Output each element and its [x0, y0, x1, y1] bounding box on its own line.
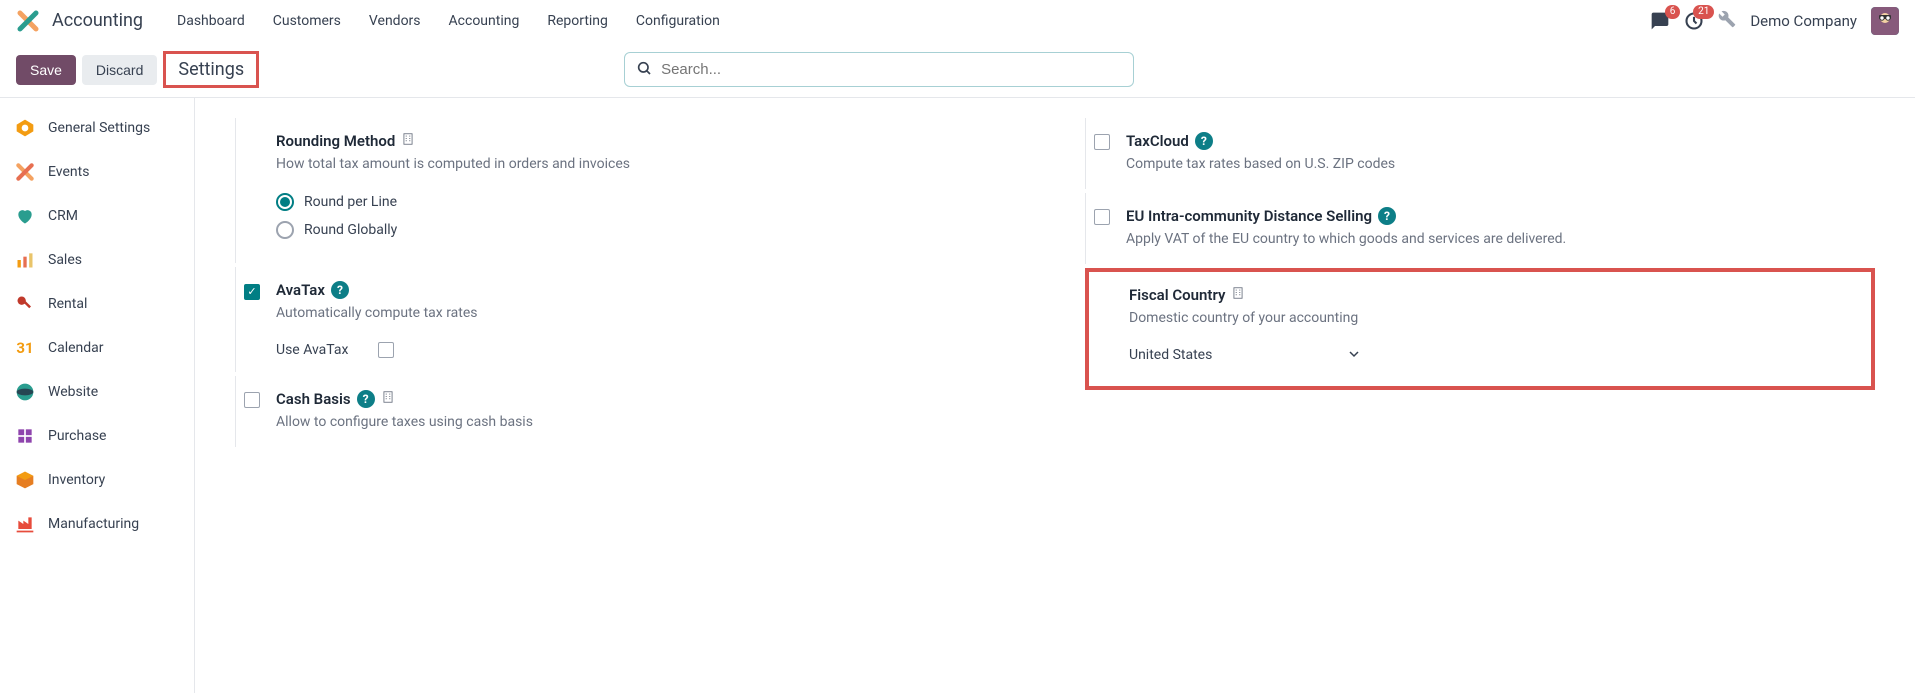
- help-icon[interactable]: ?: [1195, 132, 1213, 150]
- radio-label: Round per Line: [304, 194, 397, 210]
- manufacturing-icon: [14, 513, 36, 535]
- gear-icon: [14, 117, 36, 139]
- sidebar-item-calendar[interactable]: 31 Calendar: [0, 326, 194, 370]
- user-avatar[interactable]: [1871, 7, 1899, 35]
- sidebar-item-purchase[interactable]: Purchase: [0, 414, 194, 458]
- radio-round-per-line[interactable]: Round per Line: [276, 193, 1025, 211]
- eu-checkbox[interactable]: [1094, 209, 1110, 225]
- setting-avatax: AvaTax ? Automatically compute tax rates…: [235, 267, 1025, 372]
- sidebar-item-label: Sales: [48, 252, 82, 268]
- setting-title-label: TaxCloud: [1126, 132, 1189, 150]
- avatax-checkbox[interactable]: [244, 284, 260, 300]
- setting-title-label: EU Intra-community Distance Selling: [1126, 207, 1372, 225]
- discard-button[interactable]: Discard: [82, 55, 157, 85]
- sidebar-item-label: Purchase: [48, 428, 106, 444]
- website-icon: [14, 381, 36, 403]
- sidebar-item-website[interactable]: Website: [0, 370, 194, 414]
- help-icon[interactable]: ?: [1378, 207, 1396, 225]
- setting-title-label: AvaTax: [276, 281, 325, 299]
- menu-customers[interactable]: Customers: [261, 5, 353, 37]
- topbar-right: 6 21 Demo Company: [1650, 7, 1899, 35]
- menu-reporting[interactable]: Reporting: [535, 5, 620, 37]
- menu-vendors[interactable]: Vendors: [357, 5, 433, 37]
- help-icon[interactable]: ?: [357, 390, 375, 408]
- main: General Settings Events CRM Sales Rental…: [0, 98, 1915, 693]
- setting-taxcloud: TaxCloud ? Compute tax rates based on U.…: [1085, 118, 1875, 189]
- messages-count: 6: [1665, 5, 1681, 19]
- app-logo-icon[interactable]: [16, 9, 40, 33]
- setting-desc: Domestic country of your accounting: [1129, 308, 1853, 329]
- events-icon: [14, 161, 36, 183]
- setting-title-label: Rounding Method: [276, 132, 395, 150]
- radio-round-globally[interactable]: Round Globally: [276, 221, 1025, 239]
- sidebar-item-label: Rental: [48, 296, 87, 312]
- use-avatax-checkbox[interactable]: [378, 342, 394, 358]
- sidebar-item-label: Manufacturing: [48, 516, 139, 532]
- setting-desc: Automatically compute tax rates: [276, 303, 1025, 324]
- calendar-icon: 31: [14, 337, 36, 359]
- company-switcher[interactable]: Demo Company: [1750, 12, 1857, 30]
- rental-icon: [14, 293, 36, 315]
- setting-eu-distance-selling: EU Intra-community Distance Selling ? Ap…: [1085, 193, 1875, 264]
- sidebar-item-sales[interactable]: Sales: [0, 238, 194, 282]
- settings-content[interactable]: Rounding Method How total tax amount is …: [195, 98, 1915, 693]
- sidebar-item-label: General Settings: [48, 120, 150, 136]
- menu-configuration[interactable]: Configuration: [624, 5, 732, 37]
- radio-icon: [276, 193, 294, 211]
- setting-cash-basis: Cash Basis ? Allow to configure taxes us…: [235, 376, 1025, 447]
- setting-rounding-method: Rounding Method How total tax amount is …: [235, 118, 1025, 263]
- topbar-left: Accounting Dashboard Customers Vendors A…: [16, 5, 732, 37]
- cashbasis-checkbox[interactable]: [244, 392, 260, 408]
- sidebar-item-events[interactable]: Events: [0, 150, 194, 194]
- search-wrap: [624, 52, 1134, 87]
- setting-desc: Compute tax rates based on U.S. ZIP code…: [1126, 154, 1875, 175]
- help-icon[interactable]: ?: [331, 281, 349, 299]
- menu-accounting[interactable]: Accounting: [437, 5, 532, 37]
- sidebar-item-label: Website: [48, 384, 98, 400]
- setting-desc: Allow to configure taxes using cash basi…: [276, 412, 1025, 433]
- setting-title-label: Fiscal Country: [1129, 286, 1225, 304]
- fiscal-country-highlight: Fiscal Country Domestic country of your …: [1085, 268, 1875, 390]
- caret-down-icon: [1349, 347, 1359, 363]
- sidebar-item-label: Events: [48, 164, 89, 180]
- building-icon: [1231, 286, 1245, 304]
- messages-icon[interactable]: 6: [1650, 11, 1670, 31]
- top-menu-bar: Accounting Dashboard Customers Vendors A…: [0, 0, 1915, 42]
- inventory-icon: [14, 469, 36, 491]
- use-avatax-label: Use AvaTax: [276, 342, 348, 358]
- menu-dashboard[interactable]: Dashboard: [165, 5, 257, 37]
- search-input[interactable]: [624, 52, 1134, 87]
- radio-label: Round Globally: [304, 222, 397, 238]
- app-name[interactable]: Accounting: [52, 10, 143, 31]
- sidebar-item-manufacturing[interactable]: Manufacturing: [0, 502, 194, 546]
- building-icon: [381, 390, 395, 408]
- action-bar: Save Discard Settings: [0, 42, 1915, 98]
- activities-count: 21: [1693, 5, 1714, 19]
- sidebar-item-general-settings[interactable]: General Settings: [0, 106, 194, 150]
- setting-title-label: Cash Basis: [276, 390, 351, 408]
- purchase-icon: [14, 425, 36, 447]
- activities-icon[interactable]: 21: [1684, 11, 1704, 31]
- crm-icon: [14, 205, 36, 227]
- sidebar-item-label: CRM: [48, 208, 78, 224]
- search-icon: [636, 60, 652, 80]
- fiscal-country-dropdown[interactable]: United States: [1129, 343, 1359, 368]
- sidebar-item-label: Inventory: [48, 472, 105, 488]
- setting-desc: How total tax amount is computed in orde…: [276, 154, 1025, 175]
- sidebar-item-rental[interactable]: Rental: [0, 282, 194, 326]
- radio-icon: [276, 221, 294, 239]
- setting-desc: Apply VAT of the EU country to which goo…: [1126, 229, 1875, 250]
- sidebar-item-inventory[interactable]: Inventory: [0, 458, 194, 502]
- taxcloud-checkbox[interactable]: [1094, 134, 1110, 150]
- save-button[interactable]: Save: [16, 55, 76, 85]
- sidebar-item-label: Calendar: [48, 340, 104, 356]
- settings-sidebar[interactable]: General Settings Events CRM Sales Rental…: [0, 98, 195, 693]
- breadcrumb: Settings: [163, 51, 259, 88]
- sidebar-item-crm[interactable]: CRM: [0, 194, 194, 238]
- sales-icon: [14, 249, 36, 271]
- dropdown-value: United States: [1129, 347, 1212, 363]
- debug-icon[interactable]: [1718, 10, 1736, 32]
- building-icon: [401, 132, 415, 150]
